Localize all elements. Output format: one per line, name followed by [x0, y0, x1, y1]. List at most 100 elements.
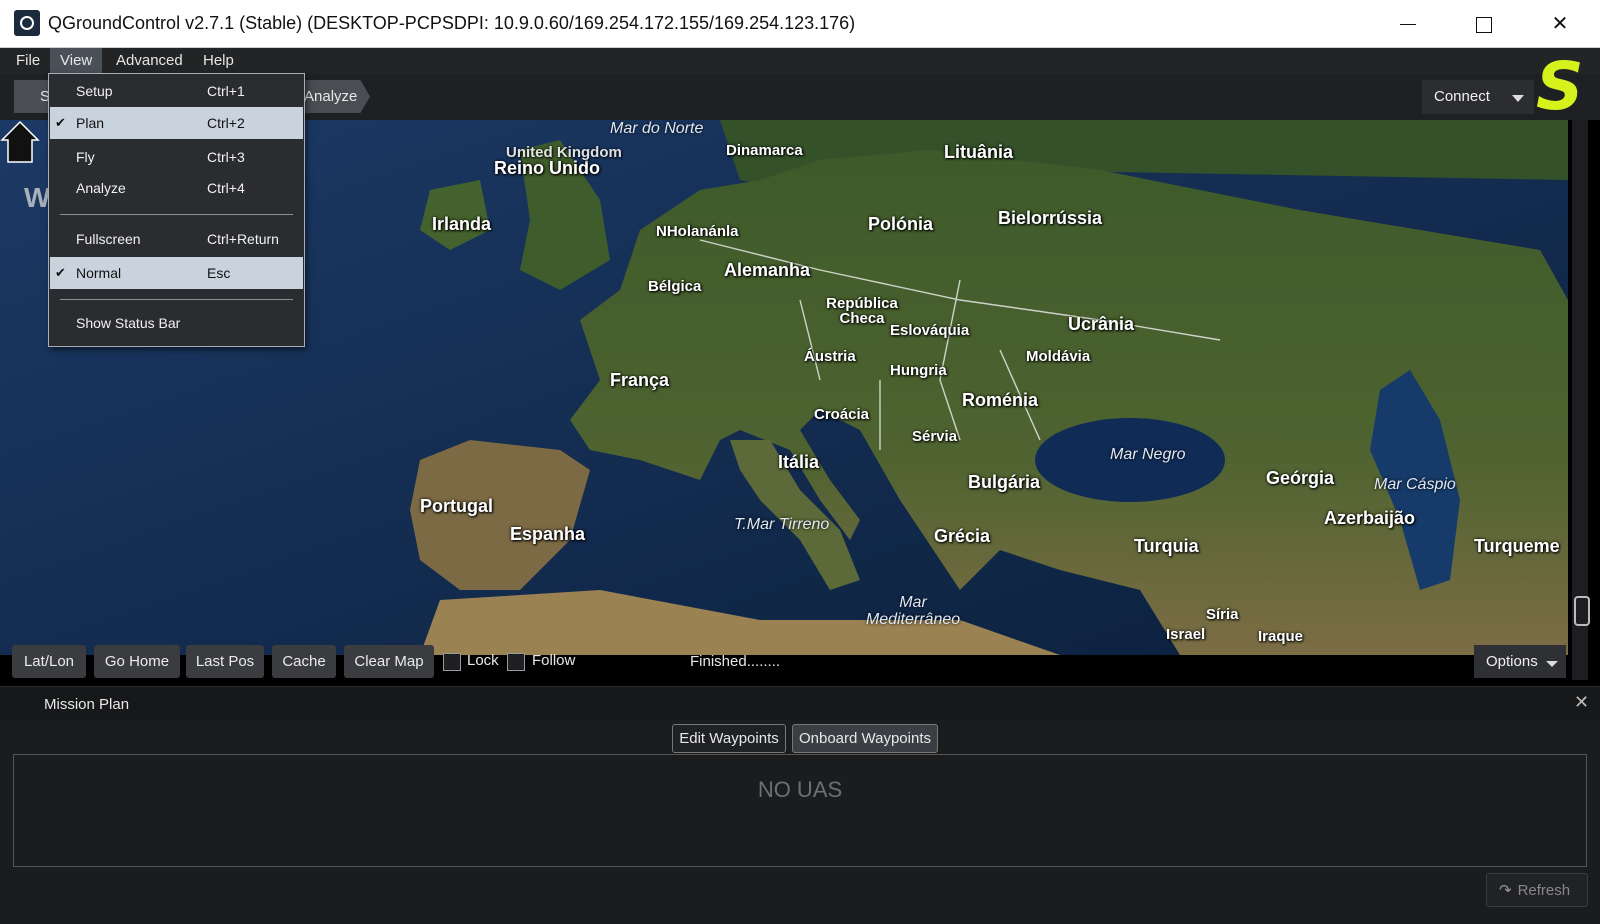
lock-label: Lock [467, 652, 499, 669]
map-status-text: Finished........ [690, 653, 781, 670]
map-label-country: Sérvia [912, 428, 958, 445]
checkmark-icon: ✔ [55, 115, 66, 130]
map-label-sea: Mar Mediterrâneo [865, 594, 961, 628]
window-title: QGroundControl v2.7.1 (Stable) (DESKTOP-… [48, 13, 856, 33]
menubar: File View Advanced Help [0, 48, 1600, 74]
menu-item-shortcut: Ctrl+2 [207, 115, 245, 131]
map-label-country: United Kingdom [506, 144, 622, 161]
map-label-country: Azerbaijão [1324, 508, 1416, 528]
latlon-button[interactable]: Lat/Lon [12, 645, 86, 678]
chevron-down-icon [1512, 95, 1524, 102]
close-icon: ✕ [1551, 13, 1569, 35]
map-label-sea: T.Mar Tirreno [734, 516, 830, 533]
map-label-country: Bélgica [648, 278, 702, 295]
map-label-country: Dinamarca [726, 142, 803, 159]
map-label-country: Irlanda [432, 214, 492, 234]
menu-item-show-status-bar[interactable]: Show Status Bar [50, 307, 303, 339]
clear-map-button[interactable]: Clear Map [344, 645, 434, 678]
close-button[interactable]: ✕ [1522, 0, 1598, 48]
mission-title: Mission Plan [44, 696, 130, 713]
menu-item-shortcut: Ctrl+Return [207, 231, 279, 247]
no-uas-message: NO UAS [757, 777, 843, 802]
connect-button[interactable]: Connect [1422, 80, 1534, 114]
map-label-country: Áustria [804, 348, 856, 365]
waypoint-area: NO UAS [13, 754, 1587, 867]
map-label-country: Eslováquia [890, 322, 970, 339]
window-titlebar: QGroundControl v2.7.1 (Stable) (DESKTOP-… [0, 0, 1600, 48]
lock-checkbox[interactable] [443, 653, 461, 671]
maximize-button[interactable] [1446, 0, 1522, 48]
menu-item-label: Analyze [76, 180, 126, 196]
menu-item-normal[interactable]: ✔ Normal Esc [50, 257, 303, 289]
home-icon[interactable] [0, 120, 40, 166]
app-icon [14, 10, 40, 36]
follow-label: Follow [532, 652, 576, 669]
map-label-country: Espanha [510, 524, 586, 544]
map-label-country: Reino Unido [494, 158, 600, 178]
minimize-icon [1400, 24, 1416, 26]
map-label-country: Israel [1166, 626, 1206, 643]
options-button[interactable]: Options [1474, 645, 1566, 678]
map-label-country: Turquia [1134, 536, 1199, 556]
menu-item-shortcut: Esc [207, 265, 231, 281]
map-label-sea: Mar Negro [1110, 446, 1186, 463]
map-label-country: Polónia [868, 214, 934, 234]
map-label-country: Lituânia [944, 142, 1014, 162]
maximize-icon [1476, 16, 1492, 33]
menu-item-analyze[interactable]: Analyze Ctrl+4 [50, 172, 303, 204]
menu-advanced[interactable]: Advanced [106, 48, 193, 74]
map-label-country: Geórgia [1266, 468, 1335, 488]
menu-help[interactable]: Help [193, 48, 244, 74]
map-label-sea: Mar do Norte [610, 120, 704, 137]
go-home-button[interactable]: Go Home [94, 645, 180, 678]
last-pos-button[interactable]: Last Pos [186, 645, 264, 678]
checkmark-icon: ✔ [55, 265, 66, 280]
close-icon[interactable]: ✕ [1574, 692, 1589, 713]
menu-item-plan[interactable]: ✔ Plan Ctrl+2 [50, 107, 303, 139]
menu-file[interactable]: File [6, 48, 50, 74]
map-label-country: Croácia [814, 406, 870, 423]
map-label-country: Ucrânia [1068, 314, 1135, 334]
options-label: Options [1486, 653, 1538, 670]
tab-onboard-waypoints[interactable]: Onboard Waypoints [792, 724, 938, 753]
menu-item-label: Show Status Bar [76, 315, 181, 331]
menu-separator [60, 299, 293, 300]
menu-item-setup[interactable]: Setup Ctrl+1 [50, 75, 303, 107]
menu-item-label: Fly [76, 149, 95, 165]
map-label-country: NHolanánla [656, 223, 739, 240]
map-label-country: Alemanha [724, 260, 811, 280]
map-zoom-handle[interactable] [1574, 596, 1590, 626]
mission-header: Mission Plan ✕ [0, 686, 1600, 720]
map-label-country: Grécia [934, 526, 991, 546]
map-toolbar: Lat/Lon Go Home Last Pos Cache Clear Map… [0, 643, 1568, 685]
view-dropdown-menu: Setup Ctrl+1 ✔ Plan Ctrl+2 Fly Ctrl+3 An… [48, 73, 305, 347]
map-label-country: França [610, 370, 670, 390]
menu-item-shortcut: Ctrl+3 [207, 149, 245, 165]
map-label-country: Itália [778, 452, 820, 472]
refresh-icon: ↷ [1499, 882, 1512, 899]
map-label-country: Síria [1206, 606, 1239, 623]
menu-item-shortcut: Ctrl+4 [207, 180, 245, 196]
menu-item-shortcut: Ctrl+1 [207, 83, 245, 99]
menu-item-label: Plan [76, 115, 105, 131]
mission-plan-panel: Mission Plan ✕ Edit Waypoints Onboard Wa… [0, 686, 1600, 924]
map-label-country: Moldávia [1026, 348, 1091, 365]
logo: S [1536, 48, 1584, 125]
cache-button[interactable]: Cache [272, 645, 336, 678]
minimize-button[interactable] [1370, 0, 1446, 48]
menu-item-label: Setup [76, 83, 113, 99]
map-label-country: Bielorrússia [998, 208, 1103, 228]
tab-edit-waypoints[interactable]: Edit Waypoints [672, 724, 786, 753]
refresh-button[interactable]: ↷ Refresh [1486, 873, 1588, 907]
menu-view[interactable]: View [50, 48, 103, 74]
menu-separator [60, 214, 293, 215]
map-label-country: Portugal [420, 496, 494, 516]
menu-item-fly[interactable]: Fly Ctrl+3 [50, 141, 303, 173]
connect-label: Connect [1434, 88, 1490, 105]
follow-checkbox[interactable] [507, 653, 525, 671]
menu-item-label: Fullscreen [76, 231, 141, 247]
refresh-label: Refresh [1517, 882, 1571, 899]
map-label-country: Hungria [890, 362, 947, 379]
map-label-sea: Mar Cáspio [1374, 476, 1456, 493]
menu-item-fullscreen[interactable]: Fullscreen Ctrl+Return [50, 223, 303, 255]
